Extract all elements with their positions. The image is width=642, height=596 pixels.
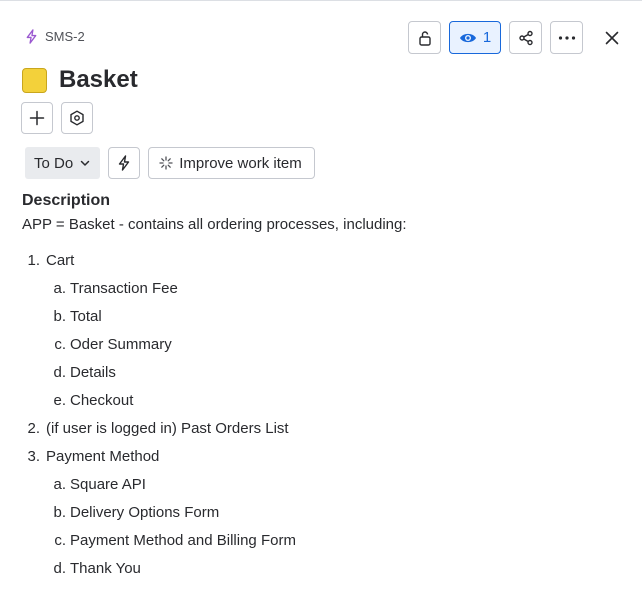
status-label: To Do [34,154,74,172]
list-marker: b. [53,308,66,325]
tool-row [21,102,93,134]
close-button[interactable] [595,21,628,54]
list-marker: a. [53,280,66,297]
status-row: To Do Improve work item [25,147,315,179]
apps-button[interactable] [61,102,93,134]
unlock-icon [417,30,433,46]
list-marker: c. [54,336,66,353]
lightning-icon [24,29,39,44]
list-marker: 1. [27,252,40,269]
list-item-text: Payment Method [46,448,160,465]
list-item-text: Square API [70,476,146,493]
list-item-text: Total [70,308,102,325]
title-row: Basket [22,66,138,94]
more-icon [558,35,576,40]
improve-work-item-button[interactable]: Improve work item [148,147,315,179]
list-marker: e. [53,392,66,409]
description-intro[interactable]: APP = Basket - contains all ordering pro… [22,216,407,233]
issue-key[interactable]: SMS-2 [45,29,85,44]
status-dropdown[interactable]: To Do [25,147,101,179]
list-item-text: Thank You [70,560,141,577]
issue-title[interactable]: Basket [59,66,138,94]
breadcrumb[interactable]: SMS-2 [24,29,85,44]
add-button[interactable] [21,102,53,134]
watch-count: 1 [482,29,492,46]
list-item-text: Oder Summary [70,336,172,353]
list-item-text: Checkout [70,392,134,409]
sparkle-icon [159,156,173,170]
list-item-text: Payment Method and Billing Form [70,532,296,549]
more-button[interactable] [550,21,583,54]
list-marker: 3. [27,448,40,465]
close-icon [605,31,619,45]
list-item-text: Delivery Options Form [70,504,220,521]
list-marker: 2. [27,420,40,437]
list-marker: b. [53,504,66,521]
list-marker: c. [54,532,66,549]
header-actions: 1 [408,21,628,54]
top-divider [0,0,642,1]
plus-icon [29,110,45,126]
list-item-text: Details [70,364,116,381]
eye-icon [459,31,477,45]
lightning-icon [116,155,132,171]
list-item-text: Transaction Fee [70,280,178,297]
improve-label: Improve work item [179,154,302,172]
hexagon-settings-icon [69,110,85,126]
list-marker: a. [53,476,66,493]
share-icon [518,30,534,46]
watch-button[interactable]: 1 [449,21,501,54]
list-marker: d. [53,364,66,381]
share-button[interactable] [509,21,542,54]
description-heading: Description [22,192,111,209]
list-item-text: Cart [46,252,75,269]
automation-button[interactable] [108,147,141,179]
list-marker: d. [53,560,66,577]
list-item-text: (if user is logged in) Past Orders List [46,420,289,437]
lock-button[interactable] [408,21,441,54]
work-type-icon[interactable] [22,67,47,93]
chevron-down-icon [79,157,91,169]
